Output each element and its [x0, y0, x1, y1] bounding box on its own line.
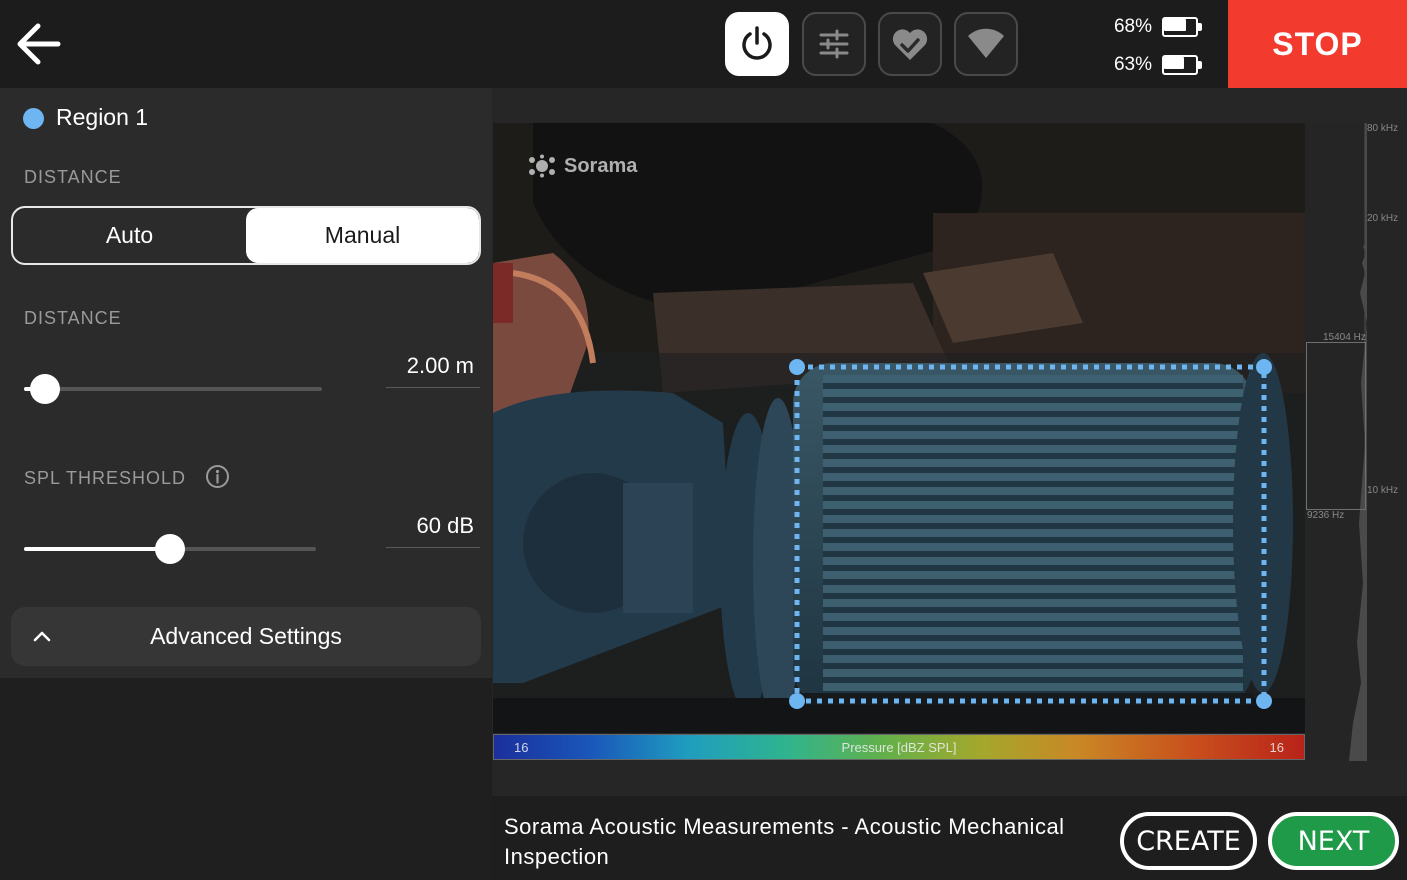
frequency-range-selector[interactable]	[1306, 342, 1366, 510]
measurement-title: Sorama Acoustic Measurements - Acoustic …	[504, 814, 1065, 869]
settings-sliders-button[interactable]	[802, 12, 866, 76]
spl-slider-thumb[interactable]	[155, 534, 185, 564]
mode-manual-option[interactable]: Manual	[246, 208, 479, 263]
spectrum-label-20k: 20 kHz	[1367, 213, 1399, 224]
chevron-up-icon	[33, 631, 51, 642]
colorbar-min-label: 16	[514, 740, 529, 755]
sliders-icon	[819, 29, 849, 59]
selection-handle-bottom-right	[1256, 693, 1272, 709]
selection-handle-top-left	[789, 359, 805, 375]
battery-icon	[1162, 17, 1202, 37]
spectrum-label-top: 80 kHz	[1367, 123, 1399, 134]
wifi-button[interactable]	[954, 12, 1018, 76]
distance-label: DISTANCE	[24, 308, 122, 328]
wifi-icon	[968, 28, 1004, 58]
spectrum-marker-low: 9236 Hz	[1307, 510, 1345, 521]
power-icon	[742, 26, 772, 60]
pressure-colorbar: 16 Pressure [dBZ SPL] 16	[493, 734, 1305, 760]
distance-slider-track[interactable]	[24, 387, 322, 391]
info-icon[interactable]	[205, 464, 230, 489]
mode-auto-option[interactable]: Auto	[13, 208, 246, 263]
power-button[interactable]	[725, 12, 789, 76]
next-button[interactable]: NEXT	[1268, 812, 1399, 870]
battery-percent-1: 68%	[1113, 16, 1152, 37]
battery-status-1: 68%	[1110, 14, 1202, 40]
brand-watermark: Sorama	[526, 154, 637, 178]
sorama-logo-icon	[529, 154, 555, 178]
distance-value-field[interactable]: 2.00 m	[386, 353, 480, 379]
arrow-left-icon	[17, 23, 61, 65]
panel-empty-area	[0, 678, 492, 880]
distance-slider-thumb[interactable]	[30, 374, 60, 404]
selection-handle-bottom-left	[789, 693, 805, 709]
health-button[interactable]	[878, 12, 942, 76]
colorbar-max-label: 16	[1269, 740, 1284, 755]
heart-icon	[892, 29, 928, 60]
create-button[interactable]: CREATE	[1120, 812, 1257, 870]
advanced-settings-toggle[interactable]: Advanced Settings	[11, 607, 481, 666]
battery-status-2: 63%	[1110, 52, 1202, 78]
spl-value-underline	[386, 547, 480, 548]
selection-handle-top-right	[1256, 359, 1272, 375]
battery-icon	[1162, 55, 1202, 75]
region-color-dot	[23, 108, 44, 129]
brand-name: Sorama	[564, 154, 638, 177]
battery-percent-2: 63%	[1113, 54, 1152, 75]
region-label: Region 1	[56, 104, 149, 130]
region-selection[interactable]	[780, 350, 1280, 716]
distance-mode-toggle: Auto Manual	[11, 206, 481, 265]
back-button[interactable]	[12, 18, 64, 70]
spl-value-field[interactable]: 60 dB	[386, 513, 480, 539]
advanced-settings-label: Advanced Settings	[150, 623, 342, 649]
stop-button[interactable]: STOP	[1228, 0, 1407, 88]
spl-slider-fill	[24, 547, 170, 551]
colorbar-title: Pressure [dBZ SPL]	[841, 740, 957, 755]
spectrum-label-10k: 10 kHz	[1367, 485, 1399, 496]
distance-mode-label: DISTANCE	[24, 167, 122, 187]
spl-threshold-label: SPL THRESHOLD	[24, 468, 187, 488]
distance-value-underline	[386, 387, 480, 388]
